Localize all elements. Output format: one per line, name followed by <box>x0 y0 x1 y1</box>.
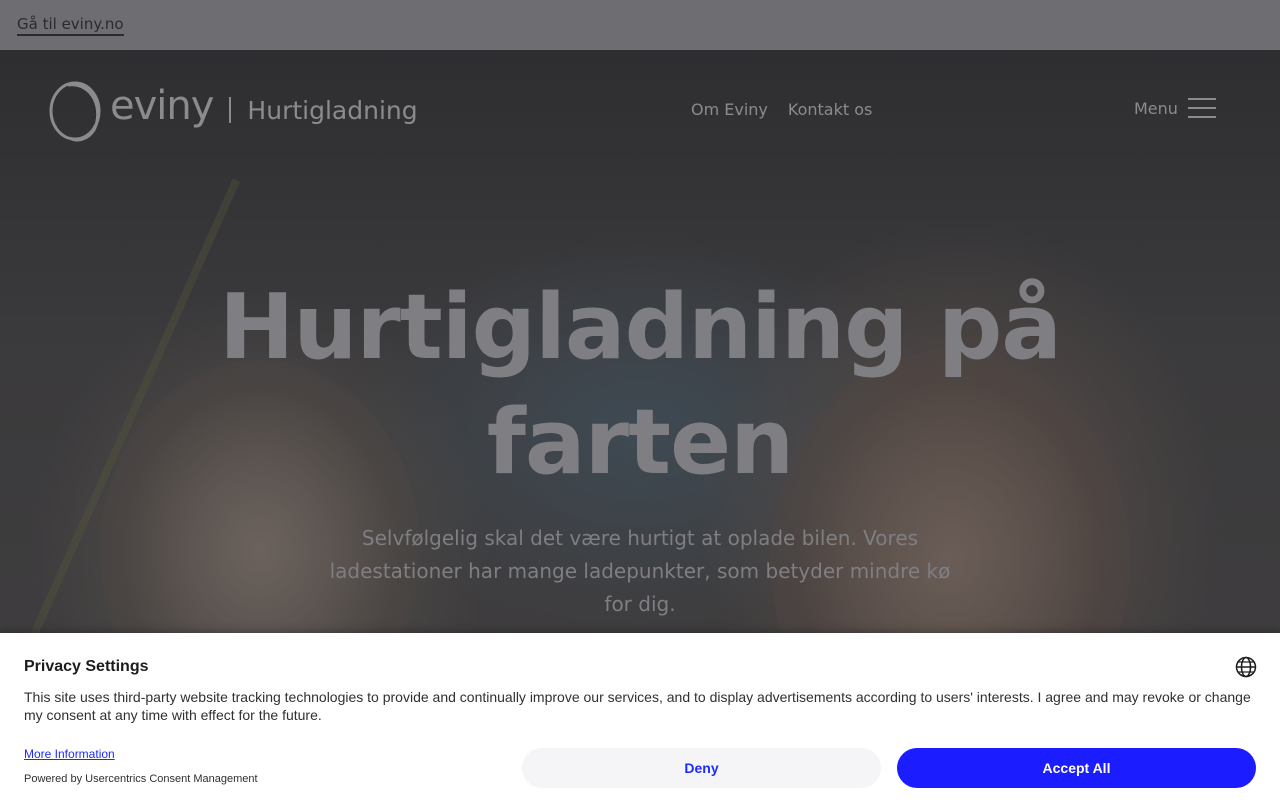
nav-om-eviny[interactable]: Om Eviny <box>691 100 768 120</box>
powered-by-text: Powered by Usercentrics Consent Manageme… <box>24 773 258 785</box>
menu-button[interactable]: Menu <box>1134 96 1216 120</box>
section-name: Hurtigladning <box>247 95 418 125</box>
brand-name: eviny <box>110 83 214 129</box>
hamburger-menu-icon <box>1187 96 1216 120</box>
site-logo[interactable]: eviny Hurtigladning <box>48 80 418 142</box>
deny-button[interactable]: Deny <box>522 748 881 788</box>
logo-divider <box>229 97 232 123</box>
eviny-logo-ring-icon <box>48 80 102 142</box>
nav-kontakt-os[interactable]: Kontakt os <box>788 100 872 120</box>
go-to-eviny-link[interactable]: Gå til eviny.no <box>17 15 124 36</box>
more-information-link[interactable]: More Information <box>24 747 115 761</box>
consent-body: This site uses third-party website track… <box>24 689 1251 723</box>
accept-all-button[interactable]: Accept All <box>897 748 1256 788</box>
hero-headline: Hurtigladning på farten <box>219 275 1062 495</box>
top-utility-bar: Gå til eviny.no <box>0 0 1280 50</box>
hero-lead: Selvfølgelig skal det være hurtigt at op… <box>329 526 951 616</box>
main-nav: Om Eviny Kontakt os <box>691 100 872 120</box>
menu-label: Menu <box>1134 98 1178 118</box>
consent-title: Privacy Settings <box>24 658 149 675</box>
globe-icon[interactable] <box>1235 656 1257 678</box>
privacy-consent-banner: Privacy Settings This site uses third-pa… <box>0 633 1280 800</box>
